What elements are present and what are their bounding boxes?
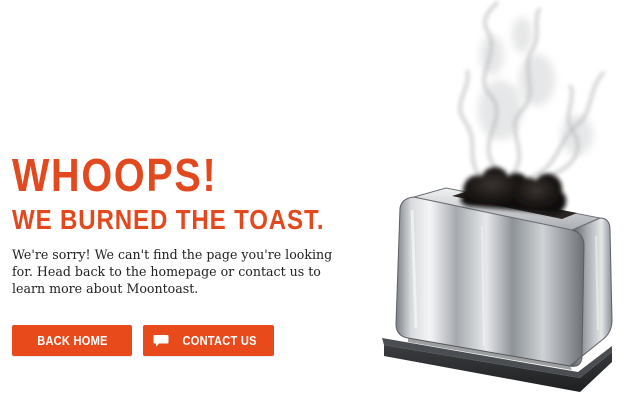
error-page: WHOOPS! WE BURNED THE TOAST. We're sorry… [0,0,626,418]
contact-us-label: CONTACT US [182,333,258,348]
chat-bubble-icon [153,334,169,348]
contact-us-button[interactable]: CONTACT US [143,325,274,356]
back-home-label: BACK HOME [36,333,108,348]
subheadline: WE BURNED THE TOAST. [12,204,325,235]
headline: WHOOPS! [12,149,218,201]
back-home-button[interactable]: BACK HOME [12,325,132,356]
burnt-toaster-illustration [372,0,626,418]
error-message: We're sorry! We can't find the page you'… [12,247,333,296]
